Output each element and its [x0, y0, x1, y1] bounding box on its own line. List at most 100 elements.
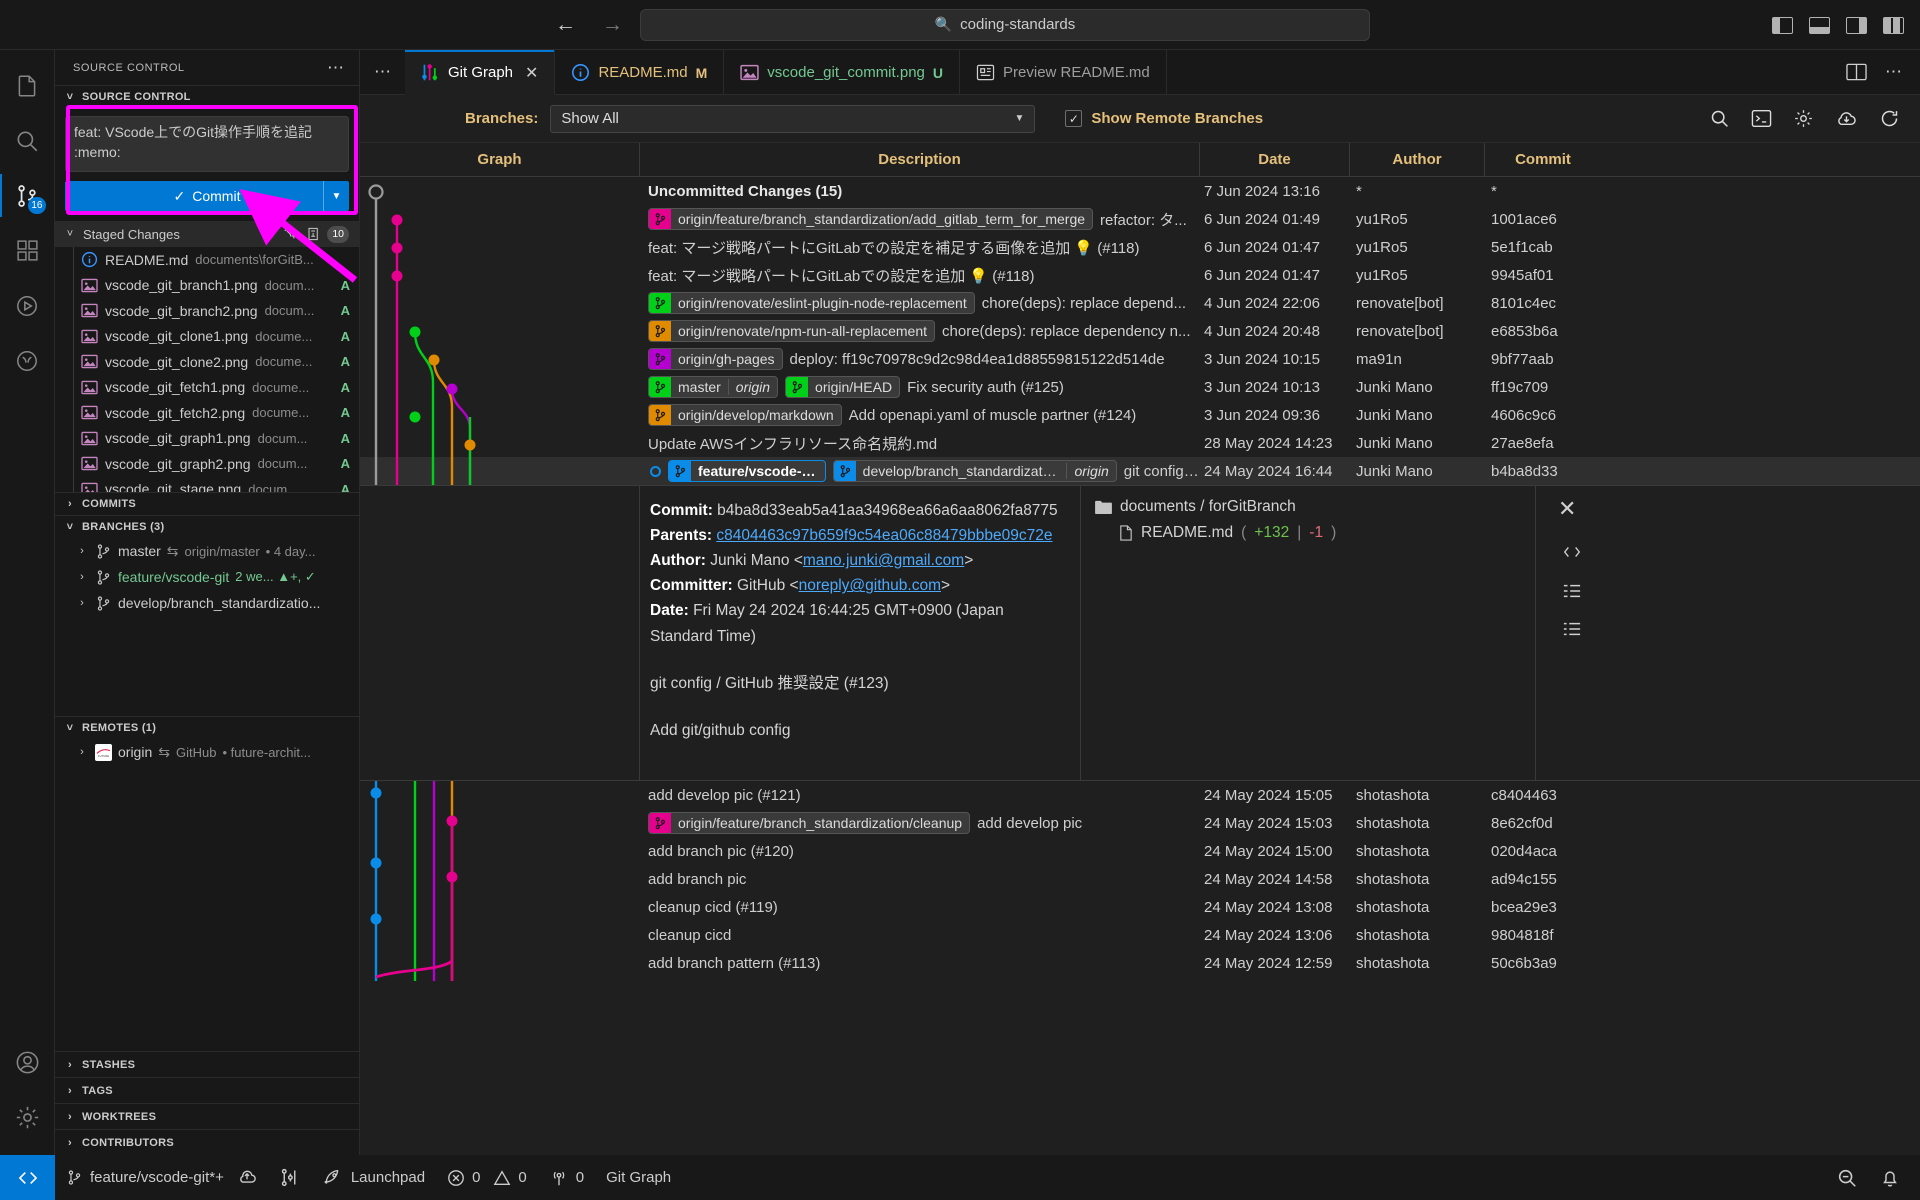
git-graph-row[interactable]: Update AWSインフラリソース命名規約.md 28 May 2024 14:…: [360, 429, 1920, 457]
cloud-sync-icon[interactable]: [237, 1169, 257, 1186]
staged-file-row[interactable]: vscode_git_graph2.png docum... A: [55, 451, 359, 477]
sidebar-section-worktrees[interactable]: › WORKTREES: [55, 1103, 359, 1129]
ref-tag[interactable]: origin/feature/branch_standardization/ad…: [648, 208, 1094, 230]
toggle-secondary-sidebar-icon[interactable]: [1846, 16, 1867, 34]
status-problems[interactable]: 0 0: [436, 1155, 538, 1200]
status-launchpad[interactable]: Launchpad: [311, 1155, 436, 1200]
split-editor-icon[interactable]: [1846, 63, 1867, 81]
activity-item-testing[interactable]: [0, 333, 55, 388]
ref-tag[interactable]: origin/renovate/npm-run-all-replacement: [648, 320, 936, 342]
commits-section-header[interactable]: › COMMITS: [55, 492, 359, 515]
stage-view-icon[interactable]: [306, 226, 321, 242]
status-branch[interactable]: feature/vscode-git*+: [55, 1155, 268, 1200]
git-graph-row[interactable]: origin/develop/markdown Add openapi.yaml …: [360, 401, 1920, 429]
staged-changes-header[interactable]: ˅ Staged Changes 10: [55, 221, 359, 247]
git-graph-row[interactable]: cleanup cicd 24 May 2024 13:06 shotashota 9…: [360, 921, 1920, 949]
column-header-date[interactable]: Date: [1200, 142, 1350, 177]
git-graph-row[interactable]: origin/renovate/eslint-plugin-node-repla…: [360, 289, 1920, 317]
tabs-overflow-icon[interactable]: ⋯: [360, 50, 405, 94]
status-git-graph-icon-button[interactable]: [268, 1155, 311, 1200]
git-graph-row[interactable]: origin/feature/branch_standardization/cl…: [360, 809, 1920, 837]
scm-section-header[interactable]: ˅ SOURCE CONTROL: [55, 85, 359, 108]
arrow-right-icon[interactable]: →: [602, 14, 623, 35]
committer-email-link[interactable]: noreply@github.com: [799, 577, 941, 594]
terminal-icon[interactable]: [1751, 109, 1772, 128]
file-list-icon[interactable]: [1561, 620, 1583, 638]
remotes-section-header[interactable]: ˅ REMOTES (1): [55, 716, 359, 739]
git-graph-row[interactable]: origin/renovate/npm-run-all-replacement c…: [360, 317, 1920, 345]
git-graph-row[interactable]: add develop pic (#121) 24 May 2024 15:05 s…: [360, 781, 1920, 809]
ref-tag[interactable]: master origin: [648, 376, 779, 398]
close-icon[interactable]: ✕: [525, 63, 538, 83]
sidebar-section-tags[interactable]: › TAGS: [55, 1077, 359, 1103]
show-remote-branches-checkbox[interactable]: ✓ Show Remote Branches: [1065, 110, 1263, 127]
remote-window-button[interactable]: [0, 1155, 55, 1200]
branch-item[interactable]: › feature/vscode-git 2 we... ▲+, ✓: [55, 564, 359, 590]
staged-file-row[interactable]: vscode_git_fetch1.png docume... A: [55, 374, 359, 401]
staged-file-row[interactable]: vscode_git_branch1.png docum... A: [55, 272, 359, 299]
staged-file-row[interactable]: vscode_git_graph1.png docum... A: [55, 425, 359, 452]
branch-item[interactable]: › master ⇆ origin/master • 4 day...: [55, 538, 359, 564]
editor-tab-preview-readme-md[interactable]: Preview README.md: [960, 50, 1167, 95]
commit-dropdown-button[interactable]: ▼: [323, 181, 349, 211]
ref-tag[interactable]: origin/feature/branch_standardization/cl…: [648, 812, 971, 834]
column-header-graph[interactable]: Graph: [360, 142, 640, 177]
column-header-author[interactable]: Author: [1350, 142, 1485, 177]
editor-tab-git-graph[interactable]: Git Graph ✕: [405, 50, 556, 95]
git-graph-row[interactable]: origin/feature/branch_standardization/ad…: [360, 205, 1920, 233]
staged-file-row[interactable]: vscode_git_clone2.png docume... A: [55, 349, 359, 375]
ref-tag[interactable]: origin/develop/markdown: [648, 404, 842, 426]
activity-item-settings[interactable]: [0, 1090, 55, 1145]
branches-filter-select[interactable]: Show All ▼: [550, 104, 1036, 133]
command-center-input[interactable]: 🔍 coding-standards: [640, 8, 1370, 41]
activity-item-accounts[interactable]: [0, 1035, 55, 1090]
zoom-out-icon[interactable]: [1836, 1167, 1858, 1189]
column-header-commit[interactable]: Commit: [1485, 143, 1601, 177]
branches-section-header[interactable]: ˅ BRANCHES (3): [55, 515, 359, 538]
toggle-panel-icon[interactable]: [1809, 16, 1830, 34]
git-graph-row[interactable]: Uncommitted Changes (15) 7 Jun 2024 13:16…: [360, 177, 1920, 205]
unstage-all-icon[interactable]: [283, 226, 300, 242]
activity-item-explorer[interactable]: [0, 58, 55, 113]
staged-file-row[interactable]: vscode_git_clone1.png docume... A: [55, 323, 359, 350]
status-ports[interactable]: 0: [538, 1155, 595, 1200]
activity-item-extensions[interactable]: [0, 223, 55, 278]
staged-file-row[interactable]: vscode_git_stage.png docum... A: [55, 476, 359, 492]
commit-file-folder[interactable]: documents / forGitBranch: [1095, 498, 1521, 516]
sidebar-section-contributors[interactable]: › CONTRIBUTORS: [55, 1129, 359, 1155]
more-actions-icon[interactable]: ⋯: [1885, 62, 1902, 82]
activity-item-source-control[interactable]: 16: [0, 168, 55, 223]
ref-tag[interactable]: origin/HEAD: [785, 376, 901, 398]
ref-tag[interactable]: develop/branch_standardization origin: [832, 460, 1117, 482]
search-icon[interactable]: [1709, 108, 1730, 129]
git-graph-row[interactable]: master origin origin/HEAD Fix security auth…: [360, 373, 1920, 401]
commit-button[interactable]: ✓ Commit ▼: [65, 181, 349, 211]
remote-item-origin[interactable]: › FUTURE origin ⇆ GitHub • future-archit…: [55, 739, 359, 765]
editor-tab-readme-md[interactable]: README.md M: [555, 50, 725, 95]
author-email-link[interactable]: mano.junki@gmail.com: [803, 552, 964, 569]
staged-file-row[interactable]: vscode_git_fetch2.png docume... A: [55, 400, 359, 426]
git-graph-row[interactable]: add branch pattern (#113) 24 May 2024 12:…: [360, 949, 1920, 977]
toggle-primary-sidebar-icon[interactable]: [1772, 16, 1793, 34]
refresh-icon[interactable]: [1879, 108, 1900, 129]
activity-item-search[interactable]: [0, 113, 55, 168]
arrow-left-icon[interactable]: ←: [555, 14, 576, 35]
close-icon[interactable]: ✕: [1558, 496, 1576, 522]
code-review-icon[interactable]: [1561, 542, 1583, 562]
cloud-fetch-icon[interactable]: [1835, 109, 1858, 129]
ref-tag[interactable]: origin/gh-pages: [648, 348, 783, 370]
commit-file-item[interactable]: README.md ( +132 | -1 ): [1095, 524, 1521, 542]
branch-item[interactable]: › develop/branch_standardizatio...: [55, 590, 359, 616]
staged-file-row[interactable]: README.md documents\forGitB...: [55, 247, 359, 273]
git-graph-row[interactable]: feature/vscode-git develop/branch_standar…: [360, 457, 1920, 485]
git-graph-row[interactable]: cleanup cicd (#119) 24 May 2024 13:08 shot…: [360, 893, 1920, 921]
sidebar-section-stashes[interactable]: › STASHES: [55, 1051, 359, 1077]
column-header-description[interactable]: Description: [640, 142, 1200, 177]
git-graph-row[interactable]: feat: マージ戦略パートにGitLabでの設定を補足する画像を追加 💡 (#…: [360, 233, 1920, 261]
customize-layout-icon[interactable]: [1883, 16, 1904, 34]
git-graph-row[interactable]: origin/gh-pages deploy: ff19c70978c9d2c98…: [360, 345, 1920, 373]
bell-icon[interactable]: [1880, 1167, 1900, 1188]
file-tree-icon[interactable]: [1561, 582, 1583, 600]
git-graph-row[interactable]: add branch pic 24 May 2024 14:58 shotashot…: [360, 865, 1920, 893]
ellipsis-icon[interactable]: ⋯: [327, 58, 345, 78]
